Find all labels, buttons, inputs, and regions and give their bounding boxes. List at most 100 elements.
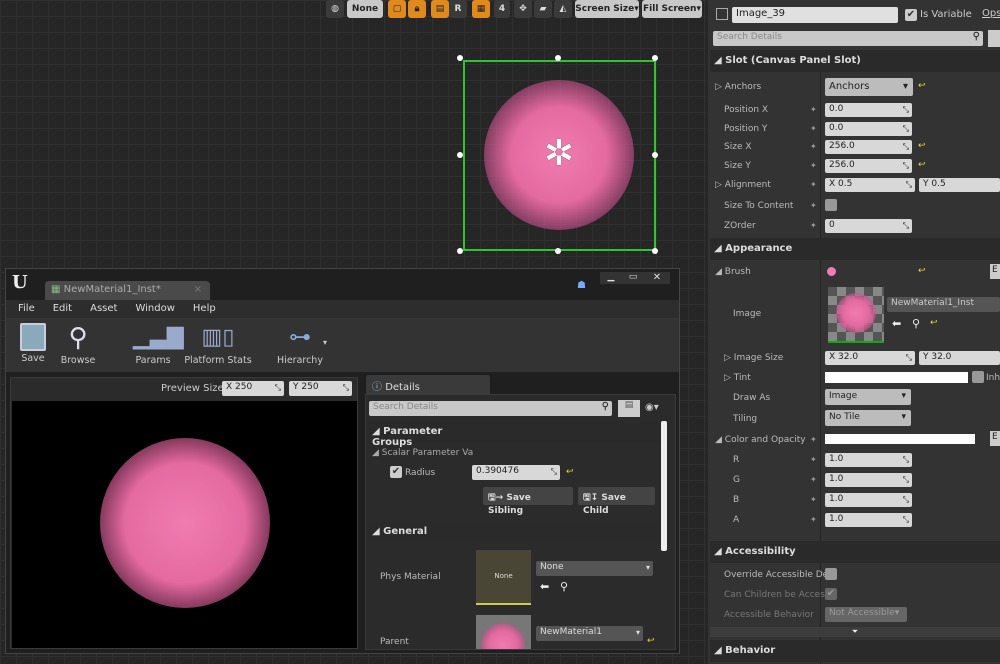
brush-label[interactable]: ◢ Brush [715, 267, 751, 277]
override-accessible-checkbox[interactable] [825, 568, 837, 580]
anchors-label[interactable]: ▷ Anchors [715, 82, 761, 92]
hierarchy-dropdown-arrow[interactable]: ▾ [323, 338, 327, 347]
browse-search-icon[interactable]: ⚲ [560, 580, 568, 593]
color-e-button[interactable]: E [990, 431, 1000, 446]
r-button[interactable]: R [449, 0, 467, 18]
search-details-input[interactable]: Search Details ⚲ [713, 31, 983, 46]
size-to-content-checkbox[interactable] [825, 199, 837, 211]
binding-icon[interactable]: ✦ [810, 161, 817, 170]
tint-inherit-checkbox[interactable] [972, 371, 984, 383]
ops-link[interactable]: Ops [982, 8, 1000, 19]
preview-y-input[interactable]: Y 250 ⤡ [289, 381, 352, 396]
binding-icon[interactable]: ✦ [810, 124, 817, 133]
resize-handle[interactable] [652, 248, 658, 254]
reset-icon[interactable]: ↩ [918, 81, 926, 91]
grid-snap-icon[interactable]: ▦ [472, 0, 490, 18]
advanced-expander[interactable]: ⏷ [710, 627, 1000, 637]
menu-edit[interactable]: Edit [53, 303, 72, 314]
r-input[interactable]: 1.0 ⤡ [825, 453, 912, 467]
phys-material-thumbnail[interactable]: None [476, 550, 531, 605]
screen-size-dropdown[interactable]: Screen Size ▾ [575, 0, 639, 18]
image-thumbnail[interactable] [828, 287, 884, 343]
color-opacity-label[interactable]: ◢ Color and Opacity [715, 435, 806, 445]
binding-icon[interactable]: ✦ [810, 201, 817, 210]
image-size-x-input[interactable]: X 32.0 ⤡ [825, 351, 915, 365]
binding-icon[interactable]: ✦ [810, 105, 817, 114]
tab-details[interactable]: ⓘ Details [366, 375, 490, 394]
alignment-label[interactable]: ▷ Alignment [715, 180, 771, 190]
section-behavior[interactable]: ◢ Behavior [710, 640, 1000, 662]
tiling-dropdown[interactable]: No Tile ▾ [825, 410, 911, 426]
menu-help[interactable]: Help [193, 303, 216, 314]
tint-label[interactable]: ▷ Tint [724, 373, 751, 383]
browse-button[interactable]: ⚲ Browse [58, 323, 98, 366]
reset-icon[interactable]: ↩ [918, 266, 926, 276]
size-x-input[interactable]: 256.0 ⤡ [825, 140, 912, 154]
eye-visibility-icon[interactable]: ◉▾ [645, 402, 659, 413]
position-x-input[interactable]: 0.0 ⤡ [825, 103, 912, 117]
box-snap-icon[interactable]: ▢ [388, 0, 406, 18]
image-size-y-input[interactable]: Y 32.0 [919, 351, 1000, 365]
zorder-input[interactable]: 0 ⤡ [825, 219, 912, 233]
save-child-button[interactable]: 🖫↧ Save Child [578, 487, 655, 516]
menu-window[interactable]: Window [135, 303, 174, 314]
binding-icon[interactable]: ✦ [810, 221, 817, 230]
scalar-parameter-group[interactable]: ◢ Scalar Parameter Va [372, 448, 473, 458]
close-tab-icon[interactable]: × [194, 284, 202, 295]
reset-icon[interactable]: ↩ [918, 160, 926, 170]
section-parameter-groups[interactable]: ◢ Parameter Groups [368, 421, 469, 448]
parent-thumbnail[interactable] [476, 615, 531, 649]
resize-handle[interactable] [555, 248, 561, 254]
view-options-grid-button[interactable]: ▤ [618, 400, 640, 417]
resize-handle[interactable] [457, 248, 463, 254]
transform-icon[interactable]: ✥ [514, 0, 532, 18]
binding-icon[interactable]: ✦ [810, 180, 817, 189]
fill-screen-dropdown[interactable]: Fill Screen ▾ [642, 0, 702, 18]
g-input[interactable]: 1.0 ⤡ [825, 473, 912, 487]
globe-icon[interactable]: ◍ [326, 0, 344, 18]
editor-search-details-input[interactable]: Search Details ⚲ [369, 401, 612, 416]
platform-stats-button[interactable]: ▥▯ Platform Stats [182, 323, 254, 366]
radius-enabled-checkbox[interactable]: ✔ [390, 466, 402, 478]
tint-color-bar[interactable] [825, 372, 968, 383]
reset-icon[interactable]: ↩ [647, 636, 655, 646]
radius-input[interactable]: 0.390476 ⤡ [472, 465, 560, 480]
section-accessibility[interactable]: ◢ Accessibility [710, 541, 1000, 563]
browse-search-icon[interactable]: ⚲ [912, 317, 920, 330]
resize-handle[interactable] [652, 152, 658, 158]
phys-material-dropdown[interactable]: None ▾ [536, 561, 653, 576]
widget-name-input[interactable]: Image_39 [732, 7, 898, 23]
source-control-icon[interactable]: ☗ [577, 280, 586, 291]
details-scrollbar[interactable] [661, 421, 667, 551]
reset-icon[interactable]: ↩ [918, 141, 926, 151]
use-selected-arrow-icon[interactable]: ⬅ [540, 580, 549, 593]
position-y-input[interactable]: 0.0 ⤡ [825, 122, 912, 136]
binding-icon[interactable]: ✦ [810, 495, 817, 504]
use-selected-arrow-icon[interactable]: ⬅ [892, 317, 901, 330]
parent-dropdown[interactable]: NewMaterial1 ▾ [536, 626, 643, 641]
menu-file[interactable]: File [18, 303, 35, 314]
is-variable-checkbox[interactable]: ✔ [905, 9, 917, 21]
preview-x-input[interactable]: X 250 ⤡ [222, 381, 284, 396]
tab-newmaterial1-inst[interactable]: ▦ NewMaterial1_Inst* × [45, 281, 210, 300]
image-asset-picker[interactable]: NewMaterial1_Inst [887, 297, 1000, 312]
hierarchy-button[interactable]: ⊶ Hierarchy [275, 323, 325, 366]
size-y-input[interactable]: 256.0 ⤡ [825, 159, 912, 173]
save-button[interactable]: Save [16, 323, 50, 364]
b-input[interactable]: 1.0 ⤡ [825, 493, 912, 507]
section-appearance[interactable]: ◢ Appearance [710, 238, 1000, 260]
close-window-button[interactable]: ✕ [644, 272, 670, 284]
none-dropdown[interactable]: None [347, 0, 383, 18]
resize-handle[interactable] [457, 55, 463, 61]
params-button[interactable]: ▁▃▇ Params [133, 323, 184, 366]
image-size-label[interactable]: ▷ Image Size [724, 353, 783, 363]
color-opacity-bar[interactable] [825, 434, 975, 444]
draw-as-dropdown[interactable]: Image ▾ [825, 389, 911, 405]
grid-size-dropdown[interactable]: 4 [494, 0, 510, 18]
reset-icon[interactable]: ↩ [566, 467, 574, 477]
accessible-behavior-dropdown[interactable]: Not Accessible▾ [825, 607, 907, 622]
binding-icon[interactable]: ✦ [810, 455, 817, 464]
binding-icon[interactable]: ✦ [810, 142, 817, 151]
layout-icon[interactable]: ▤ [431, 0, 449, 18]
lock-icon[interactable]: 🔒︎ [408, 0, 426, 18]
